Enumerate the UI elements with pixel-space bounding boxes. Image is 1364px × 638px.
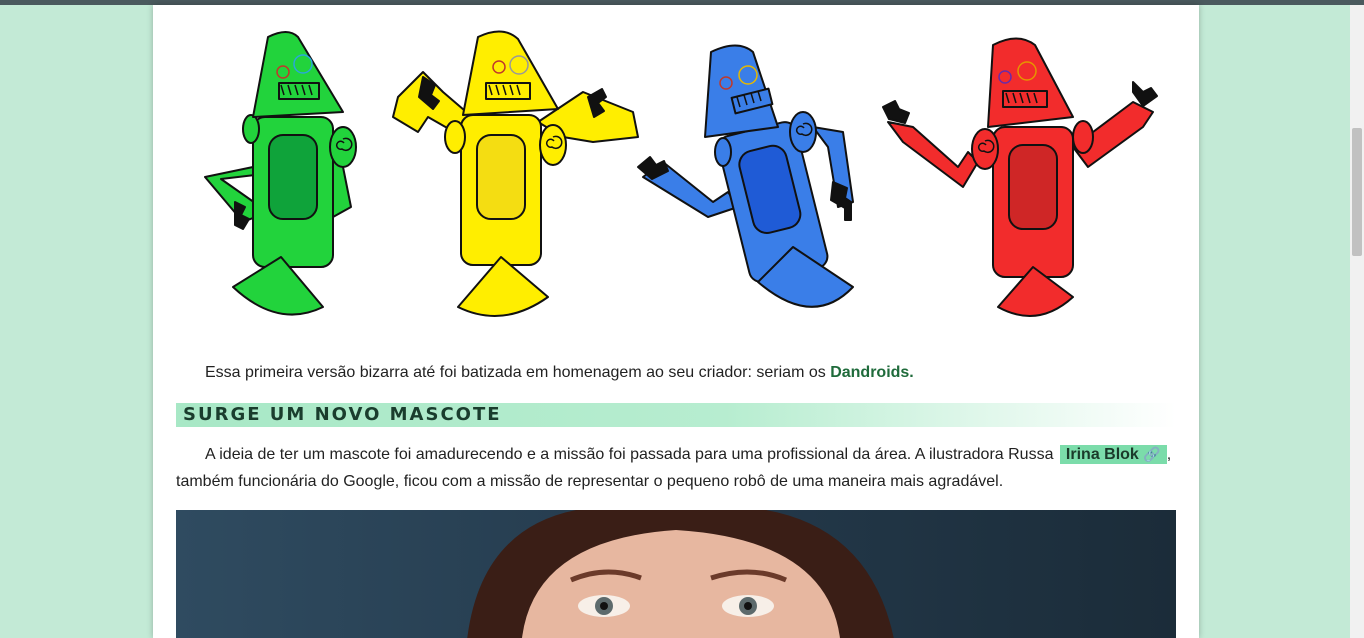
paragraph-irina: A ideia de ter um mascote foi amadurecen…	[176, 441, 1176, 495]
paragraph-text-continued: também funcionária do Google, ficou com …	[176, 473, 1004, 490]
chain-link-icon: 🔗	[1143, 446, 1161, 462]
red-robot	[882, 37, 1158, 317]
paragraph-text: Essa primeira versão bizarra até foi bat…	[205, 364, 831, 381]
yellow-robot	[392, 30, 639, 317]
dandroids-link[interactable]: Dandroids.	[830, 364, 914, 381]
vertical-scrollbar[interactable]	[1350, 5, 1364, 638]
paragraph-text: A ideia de ter um mascote foi amadurecen…	[205, 446, 1058, 463]
blue-robot	[637, 44, 854, 308]
article-page: Essa primeira versão bizarra até foi bat…	[153, 5, 1199, 638]
green-robot	[204, 31, 357, 316]
irina-blok-link[interactable]: Irina Blok 🔗	[1059, 445, 1167, 464]
scrollbar-thumb[interactable]	[1352, 128, 1362, 256]
paragraph-text-comma: ,	[1166, 446, 1172, 463]
paragraph-dandroids: Essa primeira versão bizarra até foi bat…	[176, 359, 1176, 386]
irina-blok-photo	[176, 510, 1176, 638]
section-heading-bar: Surge um novo mascote	[176, 403, 1176, 427]
section-heading: Surge um novo mascote	[183, 404, 502, 425]
dandroids-illustration	[204, 30, 1158, 317]
irina-blok-link-label: Irina Blok	[1065, 446, 1139, 463]
